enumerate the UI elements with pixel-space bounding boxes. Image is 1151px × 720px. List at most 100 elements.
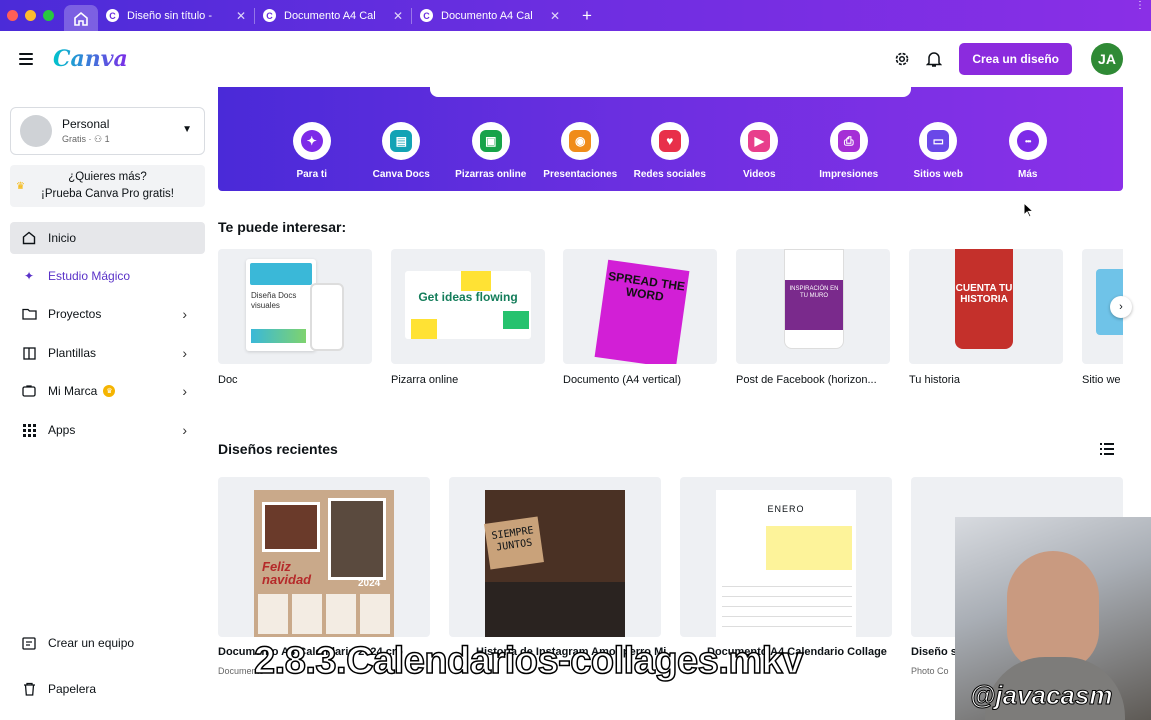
design-thumbnail: ENERO (716, 490, 856, 637)
folder-icon (21, 308, 37, 320)
sidebar-item-estudio-magico[interactable]: ✦ Estudio Mágico (10, 260, 205, 292)
sidebar-item-label: Inicio (48, 231, 77, 245)
chevron-right-icon: › (182, 345, 187, 361)
recent-design-card[interactable]: SIEMPRE JUNTOS (449, 477, 661, 637)
trash-icon (21, 682, 37, 696)
crown-icon: ♛ (16, 181, 25, 192)
thumb-text: INSPIRACIÓN EN TU MURO (785, 280, 843, 330)
thumb-text: Diseña Docs visuales (251, 291, 297, 310)
more-dots-icon: ••• (1016, 130, 1039, 152)
canva-favicon-icon: C (106, 9, 119, 22)
card-label: Tu historia (909, 374, 960, 386)
header-actions: Crea un diseño JA (885, 43, 1123, 75)
category-redes-sociales[interactable]: ♥ Redes sociales (625, 122, 715, 180)
tab-title: Documento A4 Cal (441, 9, 533, 22)
recent-design-card[interactable]: ENERO (680, 477, 892, 637)
create-team-button[interactable]: Crear un equipo (10, 627, 205, 659)
minimize-window-button[interactable] (25, 10, 36, 21)
chevron-right-icon: › (182, 422, 187, 438)
suggestion-card-pizarra[interactable]: Get ideas flowing Pizarra online (391, 249, 545, 386)
category-para-ti[interactable]: ✦ Para ti (267, 122, 357, 180)
close-window-button[interactable] (7, 10, 18, 21)
suggestion-card-doc[interactable]: Diseña Docs visuales Doc (218, 249, 372, 386)
card-label: Post de Facebook (horizon... (736, 374, 877, 386)
category-label: Para ti (296, 169, 328, 180)
app-header: Canva Crea un diseño JA (0, 31, 1151, 87)
category-canva-docs[interactable]: ▤ Canva Docs (357, 122, 447, 180)
category-videos[interactable]: ▶ Videos (715, 122, 805, 180)
browser-tab[interactable]: C Documento A4 Cal ✕ (412, 0, 568, 31)
card-label: Documento (A4 vertical) (563, 374, 681, 386)
card-thumbnail: Diseña Docs visuales (218, 249, 372, 364)
website-icon: ▭ (927, 130, 950, 152)
video-caption: 2.8.3.Calendarios-collages.mkv (253, 639, 804, 683)
suggestions-title: Te puede interesar: (218, 219, 347, 235)
home-icon (74, 11, 88, 26)
search-bar-edge[interactable] (430, 87, 911, 97)
tab-title: Diseño sin título - (127, 9, 212, 22)
canva-logo[interactable]: Canva (53, 46, 128, 72)
printer-icon: ⎙ (837, 130, 860, 152)
apps-grid-icon (21, 423, 37, 437)
tab-title: Documento A4 Cal (284, 9, 376, 22)
zoom-window-button[interactable] (43, 10, 54, 21)
home-tab[interactable] (64, 5, 98, 31)
new-tab-button[interactable]: + (582, 6, 592, 26)
video-icon: ▶ (748, 130, 771, 152)
sidebar-item-label: Mi Marca (48, 384, 98, 398)
category-label: Más (1018, 169, 1038, 180)
sidebar-item-label: Proyectos (48, 307, 102, 321)
create-design-button[interactable]: Crea un diseño (959, 43, 1072, 75)
close-tab-icon[interactable]: ✕ (550, 9, 560, 23)
whiteboard-icon: ▣ (479, 130, 502, 152)
carousel-next-button[interactable]: › (1110, 296, 1132, 318)
suggestion-card-historia[interactable]: CUENTA TU HISTORIA Tu historia (909, 249, 1063, 386)
pro-promo[interactable]: ♛ ¿Quieres más? ¡Prueba Canva Pro gratis… (10, 165, 205, 207)
sidebar-item-inicio[interactable]: Inicio (10, 222, 205, 254)
browser-tab[interactable]: C Diseño sin título - ✕ (98, 0, 254, 31)
sidebar-item-apps[interactable]: Apps › (10, 414, 205, 446)
watermark: @javacasm (969, 680, 1113, 711)
card-thumbnail: SPREAD THE WORD (563, 249, 717, 364)
hamburger-menu-icon[interactable] (19, 50, 33, 68)
sparkle-icon: ✦ (23, 269, 35, 283)
suggestions-carousel: Diseña Docs visuales Doc Get ideas flowi… (218, 249, 1123, 389)
card-thumbnail: CUENTA TU HISTORIA (909, 249, 1063, 364)
suggestion-card-facebook[interactable]: INSPIRACIÓN EN TU MURO Post de Facebook … (736, 249, 890, 386)
category-banner: ✦ Para ti ▤ Canva Docs ▣ Pizarras online… (218, 87, 1123, 191)
gear-icon (896, 52, 909, 66)
category-label: Canva Docs (372, 169, 430, 180)
close-tab-icon[interactable]: ✕ (393, 9, 403, 23)
browser-tab[interactable]: C Documento A4 Cal ✕ (255, 0, 411, 31)
chevron-down-icon: ▼ (182, 124, 192, 135)
category-label: Pizarras online (455, 169, 527, 180)
category-mas[interactable]: ••• Más (983, 122, 1073, 180)
category-row: ✦ Para ti ▤ Canva Docs ▣ Pizarras online… (267, 122, 1073, 180)
recent-design-card[interactable]: Feliz navidad 2024 (218, 477, 430, 637)
close-tab-icon[interactable]: ✕ (236, 9, 246, 23)
settings-button[interactable] (887, 44, 917, 74)
list-view-icon[interactable] (1100, 442, 1114, 460)
brand-icon (21, 385, 37, 397)
sidebar-item-proyectos[interactable]: Proyectos › (10, 298, 205, 330)
browser-tab-bar: C Diseño sin título - ✕ C Documento A4 C… (0, 0, 1151, 31)
thumb-text: SIEMPRE JUNTOS (484, 516, 544, 570)
thumb-text: ENERO (767, 504, 805, 514)
notifications-button[interactable] (919, 44, 949, 74)
category-sitios-web[interactable]: ▭ Sitios web (894, 122, 984, 180)
trash-button[interactable]: Papelera (10, 673, 205, 705)
account-switcher[interactable]: Personal Gratis · ⚇ 1 ▼ (10, 107, 205, 155)
sidebar-item-plantillas[interactable]: Plantillas › (10, 337, 205, 369)
browser-menu-icon[interactable]: ⋮ (1135, 0, 1145, 11)
category-pizarras-online[interactable]: ▣ Pizarras online (446, 122, 536, 180)
category-label: Impresiones (819, 169, 879, 180)
template-icon (21, 346, 37, 360)
category-presentaciones[interactable]: ◉ Presentaciones (536, 122, 626, 180)
category-impresiones[interactable]: ⎙ Impresiones (804, 122, 894, 180)
create-team-label: Crear un equipo (48, 636, 135, 650)
thumb-text: CUENTA TU HISTORIA (955, 283, 1013, 305)
sidebar-item-mi-marca[interactable]: Mi Marca ♛ › (10, 375, 205, 407)
user-avatar[interactable]: JA (1091, 43, 1123, 75)
sidebar-item-label: Plantillas (48, 346, 97, 360)
suggestion-card-a4[interactable]: SPREAD THE WORD Documento (A4 vertical) (563, 249, 717, 386)
